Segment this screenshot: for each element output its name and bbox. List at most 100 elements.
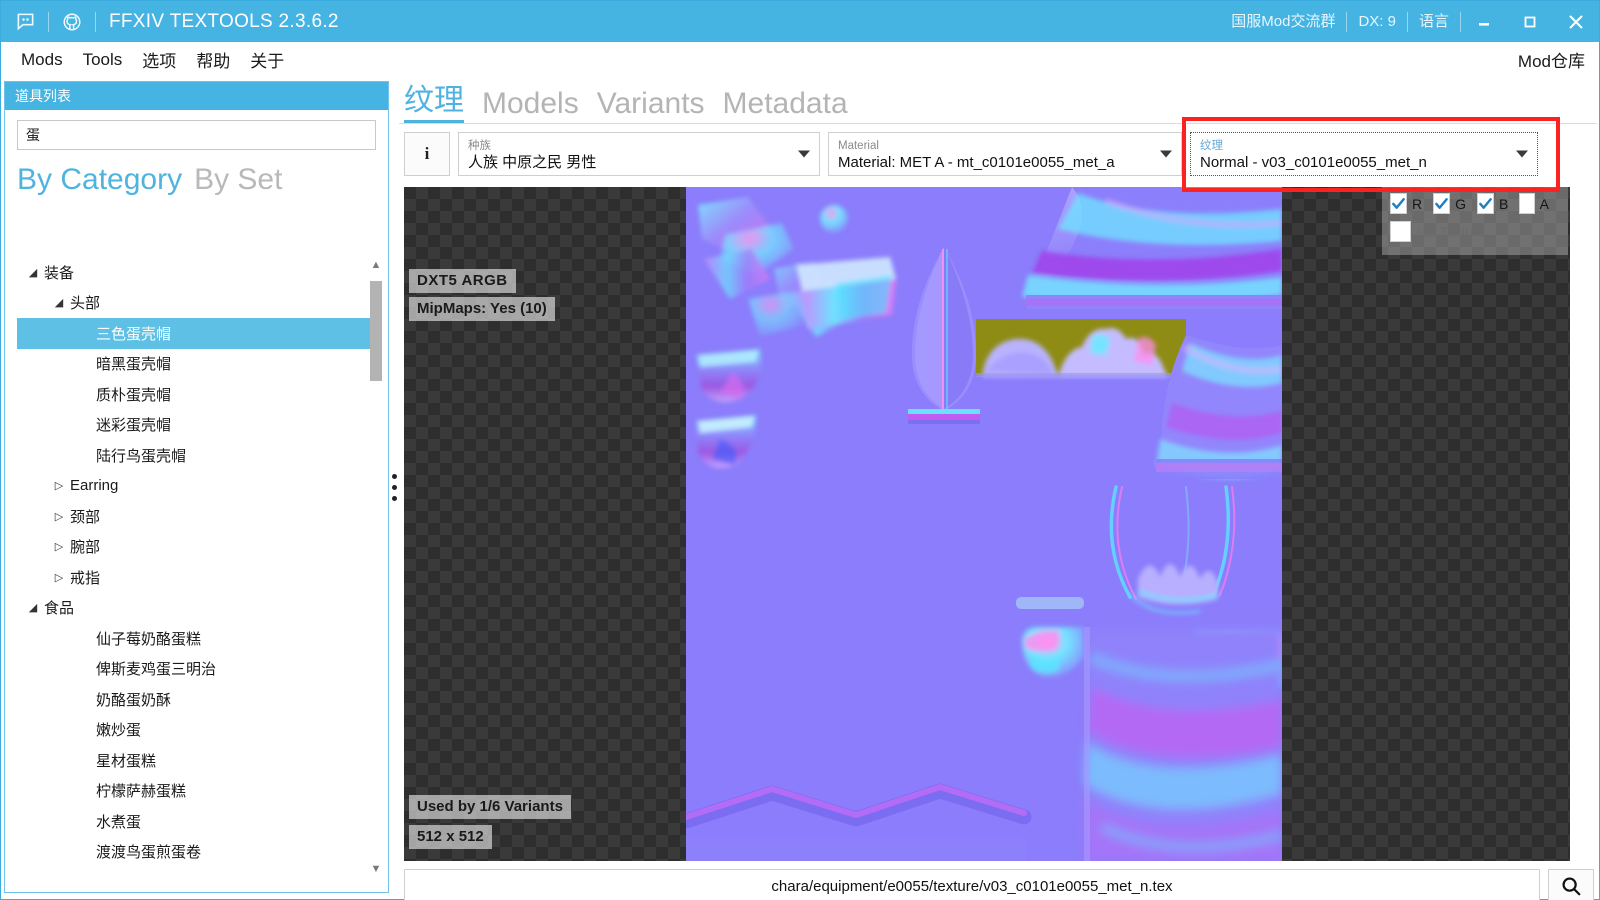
tab-texture[interactable]: 纹理: [404, 86, 464, 123]
tab-by-category[interactable]: By Category: [17, 164, 182, 196]
tree-item-label: 嫩炒蛋: [96, 722, 142, 740]
texture-combobox[interactable]: 纹理 Normal - v03_c0101e0055_met_n: [1190, 132, 1538, 176]
race-combobox[interactable]: 种族 人族 中原之民 男性: [458, 132, 820, 176]
texture-path-value[interactable]: chara/equipment/e0055/texture/v03_c0101e…: [404, 869, 1540, 900]
tree-item[interactable]: 陆行鸟蛋壳帽: [17, 440, 378, 471]
tree-item[interactable]: 奶酪蛋奶酥: [17, 684, 378, 715]
tree-item-label: 腕部: [70, 539, 101, 557]
scrollbar-thumb[interactable]: [370, 281, 382, 381]
channel-a-checkbox[interactable]: [1519, 193, 1535, 214]
caret-down-icon[interactable]: [25, 601, 41, 614]
item-list-header: 道具列表: [5, 82, 388, 110]
item-list-panel: 道具列表 By Category By Set 装备头部三色蛋壳帽暗黑蛋壳帽质朴…: [4, 81, 389, 893]
mod-repository-link[interactable]: Mod仓库: [1518, 47, 1585, 72]
channel-g-checkbox[interactable]: [1433, 193, 1451, 214]
channel-g-label: G: [1455, 195, 1467, 212]
caret-right-icon[interactable]: [51, 571, 67, 584]
channel-r-label: R: [1412, 195, 1423, 212]
texture-preview[interactable]: DXT5 ARGB MipMaps: Yes (10) Used by 1/6 …: [404, 187, 1570, 861]
item-tree-scrollbar[interactable]: ▲ ▼: [368, 257, 384, 877]
tree-item[interactable]: 头部: [17, 288, 378, 319]
tree-item[interactable]: 星材蛋糕: [17, 745, 378, 776]
item-list-tabs: By Category By Set: [17, 164, 376, 196]
race-combobox-value: 人族 中原之民 男性: [468, 153, 597, 171]
scroll-up-icon[interactable]: ▲: [368, 257, 384, 273]
tab-models[interactable]: Models: [482, 89, 579, 123]
scroll-down-icon[interactable]: ▼: [368, 861, 384, 877]
github-icon[interactable]: [58, 8, 86, 36]
divider: [95, 11, 96, 32]
item-tree[interactable]: 装备头部三色蛋壳帽暗黑蛋壳帽质朴蛋壳帽迷彩蛋壳帽陆行鸟蛋壳帽 Earring 颈部腕…: [17, 257, 378, 877]
maximize-button[interactable]: [1507, 1, 1553, 42]
discord-icon[interactable]: [11, 8, 39, 36]
tree-item-label: 质朴蛋壳帽: [96, 386, 172, 404]
chevron-down-icon[interactable]: [1516, 150, 1528, 158]
main-content: 纹理 Models Variants Metadata i 种族 人族 中原之民…: [399, 77, 1597, 900]
tree-item[interactable]: 腕部: [17, 532, 378, 563]
texture-mipmaps-overlay: MipMaps: Yes (10): [409, 297, 555, 321]
tree-item-label: 渡渡鸟蛋煎蛋卷: [96, 844, 202, 862]
search-button[interactable]: [1548, 869, 1594, 900]
channel-b-checkbox[interactable]: [1477, 193, 1495, 214]
app-title: FFXIV TEXTOOLS 2.3.6.2: [109, 10, 339, 32]
discord-group-link[interactable]: 国服Mod交流群: [1220, 1, 1346, 42]
tree-item[interactable]: Earring: [17, 471, 378, 502]
dx-version-label[interactable]: DX: 9: [1347, 1, 1407, 42]
scrollbar-track[interactable]: [368, 273, 384, 861]
tree-item[interactable]: 仙子莓奶酪蛋糕: [17, 623, 378, 654]
item-search-input[interactable]: [17, 120, 376, 150]
minimize-button[interactable]: [1461, 1, 1507, 42]
menu-bar: Mods Tools 选项 帮助 关于 Mod仓库: [1, 42, 1599, 77]
tree-item[interactable]: 质朴蛋壳帽: [17, 379, 378, 410]
material-combobox[interactable]: Material Material: MET A - mt_c0101e0055…: [828, 132, 1182, 176]
material-combobox-value: Material: MET A - mt_c0101e0055_met_a: [838, 153, 1115, 171]
tree-item[interactable]: 食品: [17, 593, 378, 624]
menu-item-mods[interactable]: Mods: [11, 50, 73, 70]
tree-item-label: 暗黑蛋壳帽: [96, 356, 172, 374]
tree-item[interactable]: 装备: [17, 257, 378, 288]
channel-r-checkbox[interactable]: [1390, 193, 1407, 214]
tree-item[interactable]: 渡渡鸟蛋煎蛋卷: [17, 837, 378, 868]
tree-item[interactable]: 三色蛋壳帽: [17, 318, 378, 349]
caret-right-icon[interactable]: [51, 510, 67, 523]
caret-right-icon[interactable]: [51, 479, 67, 492]
tree-item-label: 戒指: [70, 569, 101, 587]
tree-item[interactable]: 嫩炒蛋: [17, 715, 378, 746]
tree-item[interactable]: 颈部: [17, 501, 378, 532]
hd-texture-label: HD Texture: [1416, 223, 1486, 240]
chevron-down-icon[interactable]: [798, 150, 810, 158]
texture-size-overlay: 512 x 512: [409, 825, 492, 849]
tree-item[interactable]: 柠檬萨赫蛋糕: [17, 776, 378, 807]
caret-down-icon[interactable]: [51, 296, 67, 309]
close-button[interactable]: [1553, 1, 1599, 42]
tree-item[interactable]: 戒指: [17, 562, 378, 593]
menu-item-help[interactable]: 帮助: [186, 47, 240, 72]
tree-item-label: 柠檬萨赫蛋糕: [96, 783, 187, 801]
tree-item[interactable]: 暗黑蛋壳帽: [17, 349, 378, 380]
tree-item-label: 星材蛋糕: [96, 752, 157, 770]
language-link[interactable]: 语言: [1408, 1, 1460, 42]
texture-format-overlay: DXT5 ARGB: [409, 269, 516, 293]
caret-right-icon[interactable]: [51, 540, 67, 553]
channel-a-label: A: [1539, 195, 1549, 212]
menu-item-tools[interactable]: Tools: [73, 50, 133, 70]
tab-variants[interactable]: Variants: [597, 89, 705, 123]
tree-item[interactable]: 迷彩蛋壳帽: [17, 410, 378, 441]
caret-down-icon[interactable]: [25, 266, 41, 279]
tree-item[interactable]: 俾斯麦鸡蛋三明治: [17, 654, 378, 685]
tree-item-label: 迷彩蛋壳帽: [96, 417, 172, 435]
divider: [48, 11, 49, 32]
tab-by-set[interactable]: By Set: [194, 164, 282, 196]
panel-splitter[interactable]: [390, 81, 398, 893]
menu-item-about[interactable]: 关于: [240, 47, 294, 72]
channel-row: R G B A: [1390, 193, 1560, 214]
tree-item[interactable]: 水煮蛋: [17, 806, 378, 837]
tree-item-label: 仙子莓奶酪蛋糕: [96, 630, 202, 648]
info-button[interactable]: i: [404, 132, 450, 176]
texture-image: [686, 187, 1282, 861]
hd-texture-checkbox[interactable]: [1390, 221, 1411, 242]
item-list-title: 道具列表: [15, 88, 71, 104]
tab-metadata[interactable]: Metadata: [723, 89, 848, 123]
menu-item-options[interactable]: 选项: [132, 47, 186, 72]
chevron-down-icon[interactable]: [1160, 150, 1172, 158]
